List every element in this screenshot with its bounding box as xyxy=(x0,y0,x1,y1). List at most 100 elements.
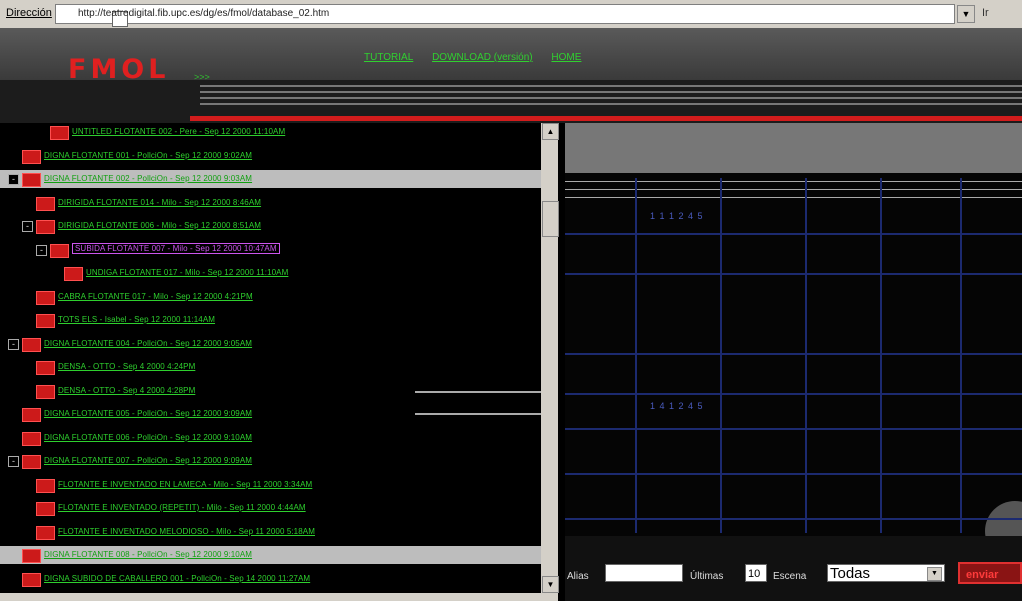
score-label: 1 1 1 2 4 5 xyxy=(650,211,704,221)
address-label: Dirección xyxy=(6,7,52,19)
site-header: FMOL >>> TUTORIAL DOWNLOAD (versión) HOM… xyxy=(0,28,1022,123)
tree-row[interactable]: TOTS ELS - Isabel - Sep 12 2000 11:14AM xyxy=(0,311,541,329)
tree-item-link[interactable]: DIGNA FLOTANTE 005 - PollciOn - Sep 12 2… xyxy=(44,409,252,418)
tree-row[interactable]: DENSA - OTTO - Sep 4 2000 4:28PM xyxy=(0,382,541,400)
tree-item-link[interactable]: SUBIDA FLOTANTE 007 - Milo - Sep 12 2000… xyxy=(72,242,280,254)
tree-item-link[interactable]: DIGNA FLOTANTE 007 - PollciOn - Sep 12 2… xyxy=(44,456,252,465)
tree-row[interactable]: DIRIGIDA FLOTANTE 014 - Milo - Sep 12 20… xyxy=(0,194,541,212)
folder-icon xyxy=(22,431,41,446)
submit-button[interactable]: enviar xyxy=(958,562,1022,584)
tree-item-link[interactable]: FLOTANTE E INVENTADO EN LAMECA - Milo - … xyxy=(58,480,312,489)
tree-row[interactable]: DENSA - OTTO - Sep 4 2000 4:24PM xyxy=(0,358,541,376)
tree-item-link[interactable]: DENSA - OTTO - Sep 4 2000 4:28PM xyxy=(58,386,195,395)
tree-item-link[interactable]: CABRA FLOTANTE 017 - Milo - Sep 12 2000 … xyxy=(58,292,253,301)
browser-address-bar: Dirección http://teatredigital.fib.upc.e… xyxy=(0,0,1022,29)
tree-item-link[interactable]: FLOTANTE E INVENTADO MELODIOSO - Milo - … xyxy=(58,527,315,536)
tree-row[interactable]: UNDIGA FLOTANTE 017 - Milo - Sep 12 2000… xyxy=(0,264,541,282)
tree-item-link[interactable]: UNDIGA FLOTANTE 017 - Milo - Sep 12 2000… xyxy=(86,268,288,277)
folder-icon xyxy=(22,455,41,469)
tree-row[interactable]: DIGNA FLOTANTE 008 - PollciOn - Sep 12 2… xyxy=(0,546,541,564)
header-red-line xyxy=(190,116,1022,121)
folder-icon xyxy=(36,384,55,399)
tree-item-link[interactable]: DENSA - OTTO - Sep 4 2000 4:24PM xyxy=(58,362,195,371)
folder-icon xyxy=(22,408,41,422)
collapse-toggle-icon[interactable]: - xyxy=(8,174,19,185)
tree-row[interactable]: DIGNA FLOTANTE 005 - PollciOn - Sep 12 2… xyxy=(0,405,541,423)
score-label: 1 4 1 2 4 5 xyxy=(650,401,704,411)
tree-row[interactable]: FLOTANTE E INVENTADO EN LAMECA - Milo - … xyxy=(0,476,541,494)
go-button[interactable]: Ir xyxy=(982,7,989,19)
tree-row[interactable]: CABRA FLOTANTE 017 - Milo - Sep 12 2000 … xyxy=(0,288,541,306)
tree-horizontal-scrollbar[interactable] xyxy=(0,593,558,601)
tree-item-link[interactable]: DIGNA SUBIDO DE CABALLERO 001 - PollciOn… xyxy=(44,574,310,583)
collapse-toggle-icon[interactable]: - xyxy=(8,456,19,467)
alias-input[interactable] xyxy=(605,564,683,582)
tree-item-link[interactable]: DIGNA FLOTANTE 008 - PollciOn - Sep 12 2… xyxy=(44,550,252,559)
folder-icon xyxy=(36,290,55,305)
tree-item-link[interactable]: DIRIGIDA FLOTANTE 006 - Milo - Sep 12 20… xyxy=(58,221,261,230)
tree-item-link[interactable]: DIGNA FLOTANTE 006 - PollciOn - Sep 12 2… xyxy=(44,433,252,442)
tree-row[interactable]: - DIGNA FLOTANTE 007 - PollciOn - Sep 12 … xyxy=(0,452,541,470)
tree-vertical-scrollbar[interactable]: ▲ ▼ xyxy=(541,123,559,593)
chevron-down-icon[interactable]: ▼ xyxy=(927,567,942,581)
grid-line xyxy=(565,273,1022,275)
folder-icon xyxy=(36,314,55,328)
header-stripe xyxy=(200,97,1022,99)
collapse-toggle-icon[interactable]: - xyxy=(36,244,47,256)
ultimas-label: Últimas xyxy=(690,571,724,582)
tree-row[interactable]: - DIGNA FLOTANTE 002 - PollciOn - Sep 12 … xyxy=(0,170,541,188)
folder-icon xyxy=(36,196,55,211)
scroll-thumb[interactable] xyxy=(542,201,559,237)
header-stripe xyxy=(200,91,1022,93)
logo-arrows-icon: >>> xyxy=(194,72,210,82)
folder-icon xyxy=(64,267,83,281)
grid-line xyxy=(960,178,962,533)
header-stripe xyxy=(200,103,1022,105)
tree-row[interactable]: DIGNA FLOTANTE 001 - PollciOn - Sep 12 2… xyxy=(0,147,541,165)
folder-icon xyxy=(36,525,55,540)
folder-icon xyxy=(22,149,41,164)
tree-row[interactable]: FLOTANTE E INVENTADO MELODIOSO - Milo - … xyxy=(0,523,541,541)
tree-item-link[interactable]: TOTS ELS - Isabel - Sep 12 2000 11:14AM xyxy=(58,315,215,324)
folder-icon xyxy=(36,361,55,375)
collapse-toggle-icon[interactable]: - xyxy=(8,338,19,350)
tree-view: UNTITLED FLOTANTE 002 - Pere - Sep 12 20… xyxy=(0,123,541,593)
tree-item-link[interactable]: DIGNA FLOTANTE 002 - PollciOn - Sep 12 2… xyxy=(44,174,252,183)
tree-item-link[interactable]: DIGNA FLOTANTE 001 - PollciOn - Sep 12 2… xyxy=(44,151,252,160)
grid-line xyxy=(565,393,1022,395)
grid-line xyxy=(565,518,1022,520)
escena-select[interactable]: Todas ▼ xyxy=(827,564,945,582)
tree-item-link[interactable]: UNTITLED FLOTANTE 002 - Pere - Sep 12 20… xyxy=(72,127,285,136)
folder-icon xyxy=(50,243,69,258)
folder-icon xyxy=(22,173,41,187)
folder-icon xyxy=(22,337,41,352)
tree-row[interactable]: FLOTANTE E INVENTADO (REPETIT) - Milo - … xyxy=(0,499,541,517)
nav-link-download[interactable]: DOWNLOAD (versión) xyxy=(432,52,533,63)
url-dropdown-icon[interactable]: ▼ xyxy=(957,5,975,23)
nav-link-home[interactable]: HOME xyxy=(551,52,581,63)
folder-icon xyxy=(50,126,69,140)
ultimas-input[interactable]: 10 xyxy=(745,564,767,582)
header-stripe xyxy=(200,85,1022,87)
tree-row[interactable]: UNTITLED FLOTANTE 002 - Pere - Sep 12 20… xyxy=(0,123,541,141)
nav-link-tutorial[interactable]: TUTORIAL xyxy=(364,52,413,63)
scroll-down-icon[interactable]: ▼ xyxy=(542,576,559,593)
grid-line xyxy=(565,353,1022,355)
fmol-logo: FMOL xyxy=(68,54,170,85)
tree-row[interactable]: DIGNA SUBIDO DE CABALLERO 001 - PollciOn… xyxy=(0,570,541,588)
tree-item-link[interactable]: DIRIGIDA FLOTANTE 014 - Milo - Sep 12 20… xyxy=(58,198,261,207)
tree-item-link[interactable]: FLOTANTE E INVENTADO (REPETIT) - Milo - … xyxy=(58,503,306,512)
scroll-up-icon[interactable]: ▲ xyxy=(542,123,559,140)
grid-line xyxy=(880,178,882,533)
escena-select-value: Todas xyxy=(830,565,871,582)
tree-row[interactable]: - SUBIDA FLOTANTE 007 - Milo - Sep 12 200… xyxy=(0,241,541,259)
tree-row[interactable]: - DIGNA FLOTANTE 004 - PollciOn - Sep 12 … xyxy=(0,335,541,353)
folder-icon xyxy=(36,220,55,234)
folder-icon xyxy=(22,572,41,587)
tree-row[interactable]: - DIRIGIDA FLOTANTE 006 - Milo - Sep 12 2… xyxy=(0,217,541,235)
tree-row[interactable]: DIGNA FLOTANTE 006 - PollciOn - Sep 12 2… xyxy=(0,429,541,447)
tree-item-link[interactable]: DIGNA FLOTANTE 004 - PollciOn - Sep 12 2… xyxy=(44,339,252,348)
collapse-toggle-icon[interactable]: - xyxy=(22,221,33,232)
score-line xyxy=(565,181,1022,182)
url-text[interactable]: http://teatredigital.fib.upc.es/dg/es/fm… xyxy=(78,8,329,19)
